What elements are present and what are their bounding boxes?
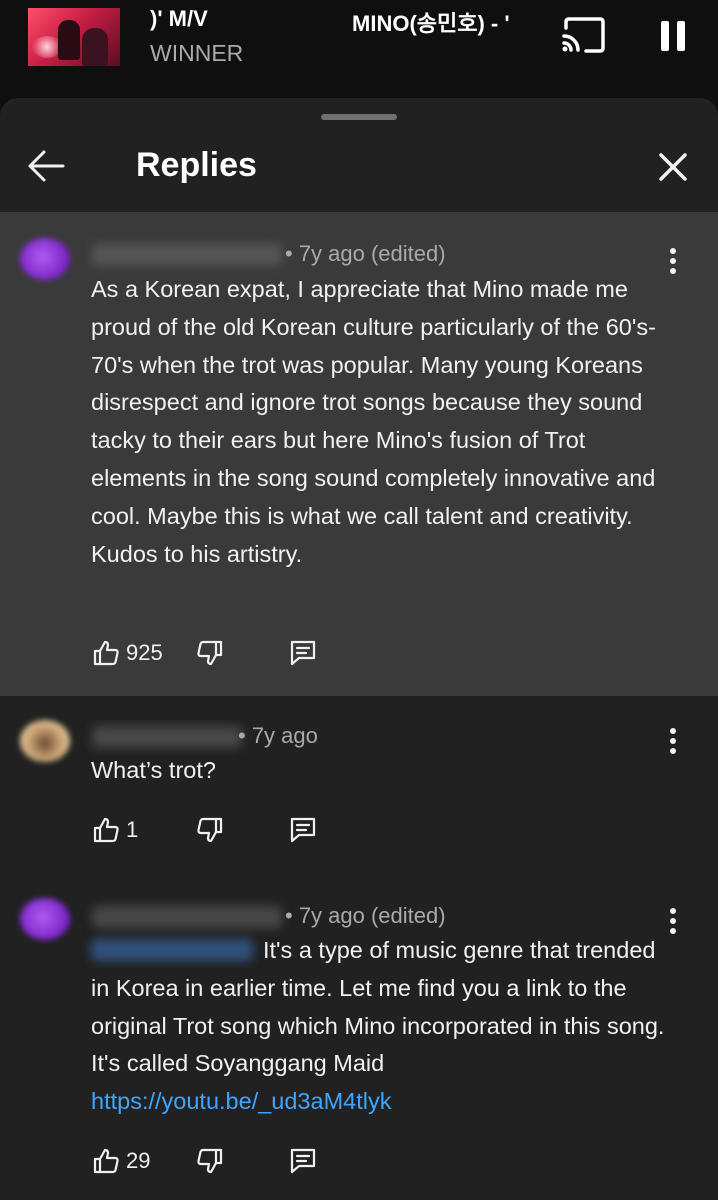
video-title-marquee: MINO(송민호) - ' bbox=[352, 11, 510, 36]
avatar[interactable] bbox=[20, 898, 70, 940]
comment-meta: • 7y ago (edited) bbox=[285, 241, 446, 266]
reply-button[interactable] bbox=[288, 638, 318, 668]
reply-icon bbox=[290, 640, 316, 666]
reply-icon bbox=[290, 817, 316, 843]
comment-text: As a Korean expat, I appreciate that Min… bbox=[91, 276, 656, 567]
replies-sheet: Replies • 7y ago (edited) As a Korean ex… bbox=[0, 98, 718, 1200]
channel-name: WINNER bbox=[150, 40, 244, 66]
video-thumbnail[interactable] bbox=[28, 8, 120, 66]
author-name-redacted[interactable] bbox=[92, 906, 282, 928]
thumbs-down-icon bbox=[197, 1148, 223, 1174]
comment-text: What’s trot? bbox=[91, 757, 216, 783]
dislike-button[interactable] bbox=[196, 813, 226, 847]
sheet-title: Replies bbox=[136, 146, 257, 184]
mini-player[interactable]: )' M/V MINO(송민호) - ' WINNER bbox=[0, 0, 718, 98]
comment-link[interactable]: https://youtu.be/_ud3aM4tlyk bbox=[91, 1088, 391, 1114]
cast-button[interactable] bbox=[560, 16, 606, 54]
avatar[interactable] bbox=[20, 238, 70, 280]
thumbs-down-icon bbox=[197, 817, 223, 843]
comment-highlighted: • 7y ago (edited) As a Korean expat, I a… bbox=[0, 212, 718, 696]
close-icon bbox=[659, 153, 687, 181]
comment-actions: 29 bbox=[92, 1144, 332, 1178]
video-title-fragment: )' M/V bbox=[150, 6, 208, 31]
comment-actions: 1 bbox=[92, 813, 332, 847]
author-name-redacted[interactable] bbox=[92, 726, 242, 748]
comment-actions: 925 bbox=[92, 636, 332, 670]
avatar[interactable] bbox=[20, 720, 70, 762]
like-button[interactable]: 925 bbox=[92, 636, 163, 670]
cast-icon bbox=[562, 17, 605, 53]
dislike-button[interactable] bbox=[196, 1144, 226, 1178]
thumbnail-figure bbox=[58, 20, 80, 60]
pause-button[interactable] bbox=[656, 18, 690, 54]
thumbnail-figure bbox=[82, 28, 108, 66]
like-button[interactable]: 1 bbox=[92, 813, 138, 847]
comment-meta: • 7y ago bbox=[238, 723, 318, 748]
mention-redacted[interactable] bbox=[91, 939, 253, 961]
like-count: 1 bbox=[126, 817, 139, 842]
comment-meta: • 7y ago (edited) bbox=[285, 903, 446, 928]
dislike-button[interactable] bbox=[196, 636, 226, 670]
thumbs-up-icon bbox=[93, 817, 119, 843]
thumbs-up-icon bbox=[93, 1148, 119, 1174]
reply-icon bbox=[290, 1148, 316, 1174]
reply-button[interactable] bbox=[288, 815, 318, 845]
drag-handle[interactable] bbox=[321, 114, 397, 120]
back-arrow-icon bbox=[28, 150, 65, 182]
like-button[interactable]: 29 bbox=[92, 1144, 150, 1178]
comment-text: It's a type of music genre that trended … bbox=[91, 932, 671, 1121]
comment-reply: • 7y ago What’s trot? 1 bbox=[0, 696, 718, 876]
comment-reply: • 7y ago (edited) It's a type of music g… bbox=[0, 876, 718, 1200]
thumbs-up-icon bbox=[93, 640, 119, 666]
author-name-redacted[interactable] bbox=[92, 244, 282, 266]
reply-button[interactable] bbox=[288, 1146, 318, 1176]
like-count: 925 bbox=[126, 640, 163, 665]
like-count: 29 bbox=[126, 1148, 151, 1173]
pause-icon bbox=[661, 21, 685, 51]
back-button[interactable] bbox=[26, 148, 66, 184]
close-button[interactable] bbox=[654, 148, 692, 186]
thumbs-down-icon bbox=[197, 640, 223, 666]
